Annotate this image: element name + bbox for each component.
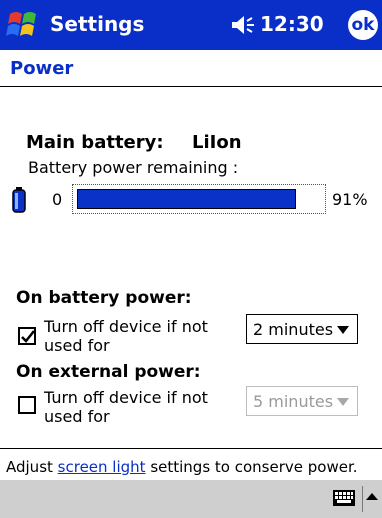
screen-light-link[interactable]: screen light [58,458,146,476]
checkmark-icon [21,330,35,343]
bottom-menu-bar [0,480,382,518]
battery-min-label: 0 [52,190,63,209]
footer-suffix: settings to conserve power. [145,458,358,476]
battery-turn-off-label[interactable]: Turn off device if not used for [44,317,234,355]
battery-timeout-dropdown[interactable]: 2 minutes [246,314,358,344]
external-turn-off-checkbox[interactable] [18,396,36,414]
external-timeout-dropdown[interactable]: 5 minutes [246,386,358,416]
footer-prefix: Adjust [6,458,58,476]
battery-progress-bar [72,184,326,214]
battery-progress-fill [77,189,296,209]
external-turn-off-label[interactable]: Turn off device if not used for [44,388,234,426]
divider [0,448,382,449]
window-title: Settings [50,12,145,36]
keyboard-icon[interactable] [332,488,356,508]
battery-type: LiIon [192,132,242,153]
main-battery-label: Main battery: [26,132,164,153]
dropdown-arrow-icon [337,398,349,406]
volume-icon[interactable] [230,14,256,36]
battery-turn-off-checkbox[interactable] [18,327,36,345]
on-external-power-label: On external power: [16,362,201,382]
dropdown-arrow-icon [337,326,349,334]
divider [0,86,382,87]
sip-divider [362,486,363,512]
page-title: Power [10,58,74,79]
battery-timeout-value: 2 minutes [253,320,334,339]
footer-hint: Adjust screen light settings to conserve… [6,458,358,476]
battery-icon [12,187,26,213]
clock[interactable]: 12:30 [260,12,324,36]
battery-percent-label: 91% [332,190,368,209]
battery-remaining-label: Battery power remaining : [28,158,239,177]
sip-up-arrow-icon[interactable] [366,492,378,502]
title-bar: Settings 12:30 ok [0,0,382,50]
on-battery-power-label: On battery power: [16,288,192,308]
windows-start-icon[interactable] [4,6,44,44]
external-timeout-value: 5 minutes [253,392,334,411]
ok-button[interactable]: ok [348,10,378,40]
